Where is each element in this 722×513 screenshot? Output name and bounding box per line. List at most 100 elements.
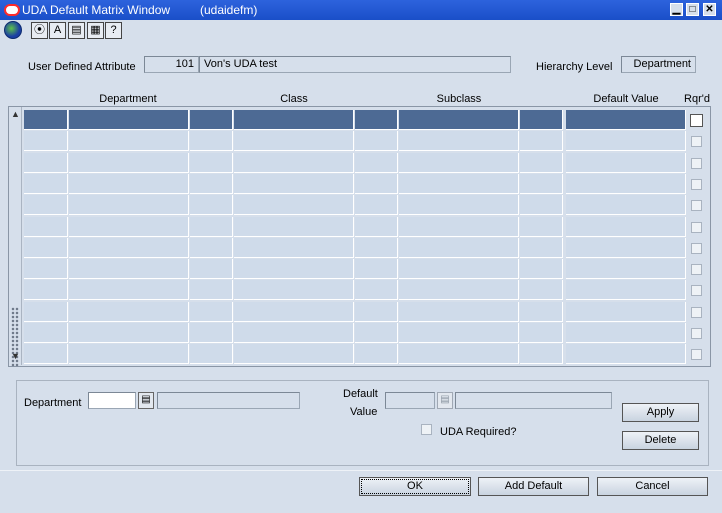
class-desc-cell[interactable] [355,195,398,216]
class-cell[interactable] [234,110,354,130]
class-cell[interactable] [234,323,354,343]
row-number-cell[interactable] [24,173,68,194]
row-number-cell[interactable] [24,131,68,152]
row-number-cell[interactable] [24,216,68,237]
required-checkbox[interactable] [691,306,702,318]
class-desc-cell[interactable] [355,280,398,301]
subclass-desc-cell[interactable] [520,195,563,216]
required-checkbox[interactable] [691,221,702,233]
subclass-cell[interactable] [399,195,519,216]
department-cell[interactable] [69,237,189,258]
table-row[interactable] [24,216,702,237]
class-cell[interactable] [234,280,354,301]
subclass-desc-cell[interactable] [520,344,563,365]
default-value-lov-icon[interactable]: ▤ [437,392,453,409]
class-desc-cell[interactable] [355,110,398,130]
class-desc-cell[interactable] [355,216,398,237]
subclass-desc-cell[interactable] [520,216,563,237]
table-row[interactable] [24,131,702,152]
scroll-down-icon[interactable]: ▼ [11,351,20,361]
minimize-icon[interactable]: ▁ [670,3,683,16]
row-number-cell[interactable] [24,280,68,301]
subclass-desc-cell[interactable] [520,173,563,194]
department-cell[interactable] [69,110,189,130]
department-desc-cell[interactable] [190,110,233,130]
subclass-desc-cell[interactable] [520,280,563,301]
required-checkbox[interactable] [691,242,702,254]
department-cell[interactable] [69,344,189,365]
required-checkbox[interactable] [691,264,702,276]
row-number-cell[interactable] [24,259,68,280]
row-number-cell[interactable] [24,195,68,216]
delete-button[interactable]: Delete [622,431,699,450]
default-value-cell[interactable] [566,301,686,322]
row-number-cell[interactable] [24,152,68,173]
required-checkbox[interactable] [690,114,703,127]
spellcheck-icon[interactable]: A [49,22,66,39]
subclass-desc-cell[interactable] [520,237,563,258]
department-lov-icon[interactable]: ▤ [138,392,154,409]
required-checkbox[interactable] [691,157,702,169]
uda-required-checkbox[interactable] [421,424,432,435]
default-value-input[interactable] [385,392,435,409]
department-desc-cell[interactable] [190,323,233,343]
class-cell[interactable] [234,344,354,365]
department-desc-cell[interactable] [190,216,233,237]
subclass-desc-cell[interactable] [520,301,563,322]
subclass-cell[interactable] [399,301,519,322]
class-cell[interactable] [234,173,354,194]
column-header-department[interactable]: Department [68,93,188,105]
subclass-desc-cell[interactable] [520,110,563,130]
class-desc-cell[interactable] [355,173,398,194]
default-value-cell[interactable] [566,195,686,216]
required-checkbox[interactable] [691,349,702,361]
vertical-scrollbar[interactable]: ▲ ▼ [9,107,22,367]
table-row[interactable] [24,195,702,216]
required-checkbox[interactable] [691,285,702,297]
row-number-cell[interactable] [24,323,68,343]
table-row[interactable] [24,173,702,194]
column-header-default-value[interactable]: Default Value [566,93,686,105]
department-cell[interactable] [69,301,189,322]
table-row[interactable] [24,301,702,322]
department-cell[interactable] [69,131,189,152]
class-cell[interactable] [234,152,354,173]
default-value-cell[interactable] [566,259,686,280]
class-desc-cell[interactable] [355,131,398,152]
department-input[interactable] [88,392,136,409]
class-desc-cell[interactable] [355,237,398,258]
department-cell[interactable] [69,195,189,216]
subclass-cell[interactable] [399,173,519,194]
required-checkbox[interactable] [691,200,702,212]
table-row[interactable] [24,259,702,280]
add-default-button[interactable]: Add Default [478,477,589,496]
table-row[interactable] [24,344,702,365]
row-number-cell[interactable] [24,301,68,322]
department-cell[interactable] [69,259,189,280]
department-cell[interactable] [69,173,189,194]
default-value-cell[interactable] [566,152,686,173]
subclass-cell[interactable] [399,344,519,365]
default-value-cell[interactable] [566,110,686,130]
row-number-cell[interactable] [24,237,68,258]
default-value-cell[interactable] [566,131,686,152]
department-desc-cell[interactable] [190,173,233,194]
class-cell[interactable] [234,301,354,322]
department-cell[interactable] [69,152,189,173]
class-desc-cell[interactable] [355,344,398,365]
class-cell[interactable] [234,216,354,237]
scroll-up-icon[interactable]: ▲ [11,109,20,119]
class-desc-cell[interactable] [355,323,398,343]
class-cell[interactable] [234,259,354,280]
required-checkbox[interactable] [691,328,702,339]
default-value-cell[interactable] [566,216,686,237]
department-desc-cell[interactable] [190,280,233,301]
department-cell[interactable] [69,280,189,301]
subclass-cell[interactable] [399,259,519,280]
subclass-cell[interactable] [399,280,519,301]
save-icon[interactable]: ⦿ [31,22,48,39]
department-desc-cell[interactable] [190,259,233,280]
subclass-cell[interactable] [399,152,519,173]
subclass-desc-cell[interactable] [520,152,563,173]
globe-icon[interactable] [4,21,22,39]
